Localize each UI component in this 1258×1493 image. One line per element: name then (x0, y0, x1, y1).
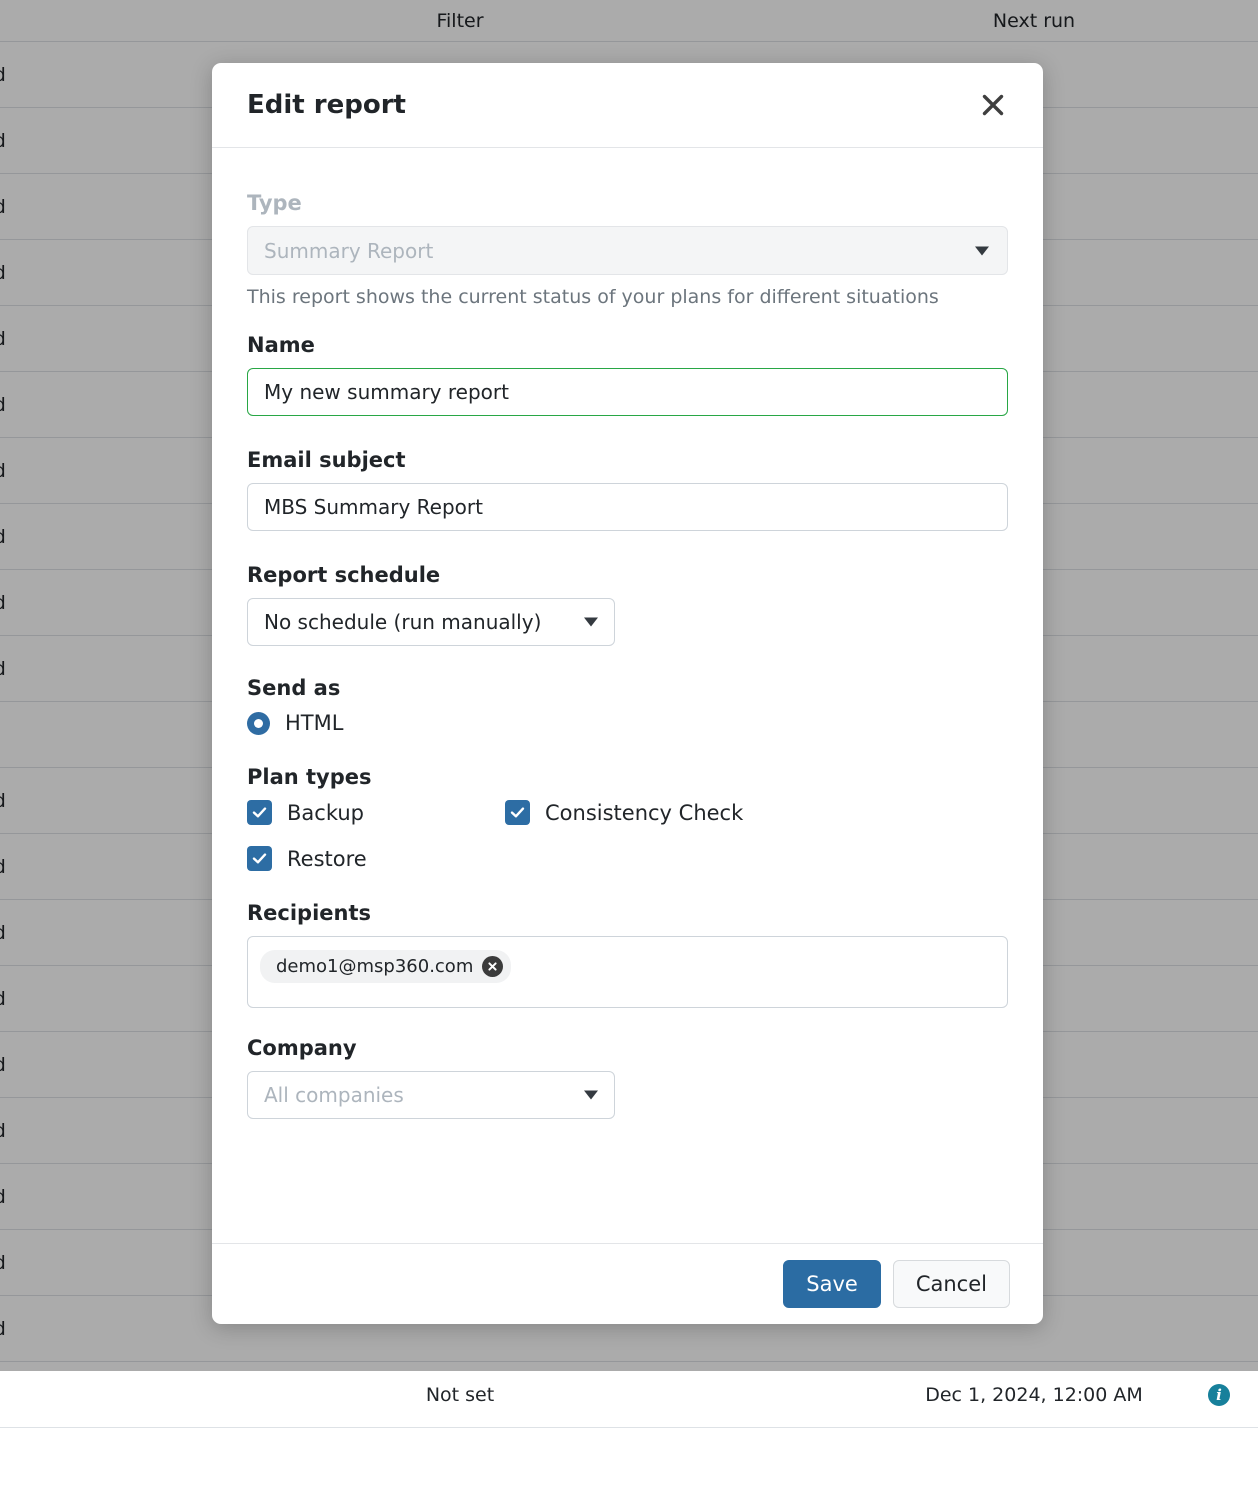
report-schedule-select[interactable]: No schedule (run manually) (247, 598, 615, 646)
chevron-down-icon (584, 618, 598, 627)
plan-type-label: Restore (287, 847, 367, 871)
name-label: Name (247, 333, 1008, 357)
company-select[interactable]: All companies (247, 1071, 615, 1119)
edit-report-dialog: Edit report Type Summary Report This rep… (212, 63, 1043, 1324)
recipients-label: Recipients (247, 901, 1008, 925)
cancel-button[interactable]: Cancel (893, 1260, 1010, 1308)
field-email-subject: Email subject (247, 448, 1008, 531)
plan-type-label: Backup (287, 801, 364, 825)
field-report-schedule: Report schedule No schedule (run manuall… (247, 563, 1008, 646)
plan-type-checkbox-restore[interactable]: Restore (247, 846, 505, 871)
plan-type-checkbox-consistency-check[interactable]: Consistency Check (505, 800, 1008, 825)
plan-types-group: Backup Consistency Check Restore (247, 800, 1008, 871)
checkbox-checked-icon (505, 800, 530, 825)
report-schedule-label: Report schedule (247, 563, 1008, 587)
recipient-chip: demo1@msp360.com (260, 950, 511, 983)
info-icon[interactable]: i (1208, 1384, 1230, 1406)
remove-recipient-icon[interactable] (482, 956, 503, 977)
email-subject-label: Email subject (247, 448, 1008, 472)
type-help-text: This report shows the current status of … (247, 286, 1008, 308)
cell-next-run: Dec 1, 2024, 12:00 AM (0, 1384, 1258, 1406)
type-label: Type (247, 191, 1008, 215)
chevron-down-icon (584, 1091, 598, 1100)
field-name: Name (247, 333, 1008, 416)
send-as-option-label: HTML (285, 711, 343, 735)
recipients-input[interactable]: demo1@msp360.com (247, 936, 1008, 1008)
send-as-label: Send as (247, 676, 1008, 700)
field-company: Company All companies (247, 1036, 1008, 1119)
table-row[interactable] (0, 1427, 1258, 1493)
send-as-option-html[interactable]: HTML (247, 711, 1008, 735)
checkbox-checked-icon (247, 846, 272, 871)
dialog-body: Type Summary Report This report shows th… (212, 148, 1043, 1243)
report-schedule-value: No schedule (run manually) (264, 610, 541, 634)
type-select: Summary Report (247, 226, 1008, 275)
checkbox-checked-icon (247, 800, 272, 825)
name-input[interactable] (247, 368, 1008, 416)
dialog-title: Edit report (247, 90, 974, 120)
field-plan-types: Plan types Backup Consistency Check Restor… (247, 765, 1008, 871)
plan-type-label: Consistency Check (545, 801, 743, 825)
company-label: Company (247, 1036, 1008, 1060)
dialog-header: Edit report (212, 63, 1043, 148)
radio-selected-icon (247, 712, 270, 735)
recipient-email: demo1@msp360.com (276, 956, 473, 977)
email-subject-input[interactable] (247, 483, 1008, 531)
type-select-value: Summary Report (264, 239, 433, 263)
company-select-value: All companies (264, 1083, 404, 1107)
plan-types-label: Plan types (247, 765, 1008, 789)
field-recipients: Recipients demo1@msp360.com (247, 901, 1008, 1008)
plan-type-checkbox-backup[interactable]: Backup (247, 800, 505, 825)
dialog-footer: Save Cancel (212, 1243, 1043, 1324)
save-button[interactable]: Save (783, 1260, 881, 1308)
field-send-as: Send as HTML (247, 676, 1008, 735)
field-type: Type Summary Report This report shows th… (247, 191, 1008, 308)
chevron-down-icon (975, 246, 989, 255)
close-icon[interactable] (974, 86, 1012, 124)
